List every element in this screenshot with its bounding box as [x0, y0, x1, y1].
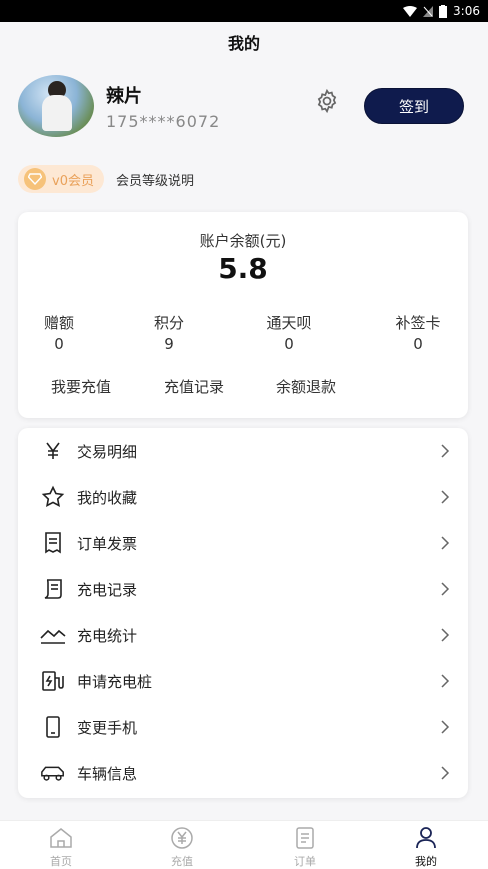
document-icon [40, 576, 66, 602]
balance-value: 5.8 [218, 252, 268, 285]
menu-item-label: 充电统计 [77, 626, 138, 645]
stat-value: 0 [413, 335, 423, 353]
tab-label: 订单 [294, 855, 316, 868]
chevron-right-icon [441, 444, 450, 458]
stat-value: 0 [284, 335, 294, 353]
tab-label: 首页 [50, 855, 72, 868]
menu-item-label: 变更手机 [77, 718, 138, 737]
balance-label: 账户余额(元) [199, 232, 287, 250]
stat-label: 补签卡 [395, 314, 441, 332]
menu-item-label: 充电记录 [77, 580, 138, 599]
stat-bonus[interactable]: 赠额 0 [9, 312, 109, 353]
checkin-button[interactable]: 签到 [364, 88, 464, 124]
menu-item-apply-charger[interactable]: 申请充电桩 [18, 658, 468, 704]
stat-label: 赠额 [43, 314, 74, 332]
profile-phone: 175****6072 [106, 111, 221, 131]
stat-tongtianbei[interactable]: 通天呗 0 [239, 312, 339, 353]
tab-label: 充值 [171, 855, 193, 868]
menu-item-label: 交易明细 [77, 442, 138, 461]
wifi-icon [403, 5, 418, 17]
profile-name: 辣片 [106, 85, 142, 107]
stat-points[interactable]: 积分 9 [119, 312, 219, 353]
orders-icon [275, 825, 335, 851]
yen-icon [40, 438, 66, 464]
stat-label: 积分 [153, 314, 184, 332]
menu-item-transactions[interactable]: 交易明细 [18, 428, 468, 474]
menu-item-label: 订单发票 [77, 534, 138, 553]
menu-item-label: 车辆信息 [77, 764, 138, 783]
chevron-right-icon [441, 720, 450, 734]
refund-action[interactable]: 余额退款 [276, 376, 336, 397]
phone-icon [40, 714, 66, 740]
tab-label: 我的 [415, 855, 437, 868]
profile-info: 辣片 175****6072 [106, 82, 220, 131]
profile-section: 辣片 175****6072 签到 [18, 74, 470, 138]
menu-item-label: 申请充电桩 [77, 672, 153, 691]
recharge-icon [152, 825, 212, 851]
star-icon [40, 484, 66, 510]
user-icon [396, 825, 456, 851]
recharge-action[interactable]: 我要充值 [51, 376, 111, 397]
charger-icon [40, 668, 66, 694]
status-time: 3:06 [453, 4, 480, 18]
recharge-history-action[interactable]: 充值记录 [164, 376, 224, 397]
tab-home[interactable]: 首页 [31, 825, 91, 869]
member-level-link[interactable]: 会员等级说明 [116, 170, 194, 189]
stat-makeup-card[interactable]: 补签卡 0 [368, 312, 468, 353]
balance-card: 账户余额(元) 5.8 赠额 0 积分 9 通天呗 0 补签卡 0 我要充值 充… [18, 212, 468, 418]
receipt-icon [40, 530, 66, 556]
menu-item-vehicle-info[interactable]: 车辆信息 [18, 750, 468, 796]
signal-icon [423, 5, 434, 17]
settings-button[interactable] [310, 86, 344, 120]
menu-item-charge-records[interactable]: 充电记录 [18, 566, 468, 612]
gear-icon [314, 88, 340, 118]
chevron-right-icon [441, 582, 450, 596]
stat-value: 0 [54, 335, 64, 353]
menu-item-label: 我的收藏 [77, 488, 138, 507]
chart-icon [40, 622, 66, 648]
avatar[interactable] [18, 75, 94, 137]
member-level-label: v0会员 [52, 173, 94, 189]
menu-card: 交易明细 我的收藏 订单发票 充电记录 充电统计 申请充电桩 变更手机 车辆信息 [18, 428, 468, 798]
tab-mine[interactable]: 我的 [396, 825, 456, 869]
stat-label: 通天呗 [266, 314, 312, 332]
menu-item-favorites[interactable]: 我的收藏 [18, 474, 468, 520]
balance-actions: 我要充值 充值记录 余额退款 [18, 376, 468, 398]
chevron-right-icon [441, 628, 450, 642]
bottom-tab-bar: 首页 充值 订单 我的 [0, 820, 488, 869]
diamond-icon [24, 168, 46, 190]
page-title: 我的 [227, 34, 260, 53]
member-badge[interactable]: v0会员 [18, 165, 104, 193]
tab-recharge[interactable]: 充值 [152, 825, 212, 869]
car-icon [40, 760, 66, 786]
battery-icon [439, 4, 448, 18]
chevron-right-icon [441, 674, 450, 688]
tab-orders[interactable]: 订单 [275, 825, 335, 869]
member-row: v0会员 会员等级说明 [18, 164, 194, 194]
stat-value: 9 [164, 335, 174, 353]
menu-item-change-phone[interactable]: 变更手机 [18, 704, 468, 750]
status-bar: 3:06 [0, 0, 488, 22]
menu-item-charge-stats[interactable]: 充电统计 [18, 612, 468, 658]
stats-row: 赠额 0 积分 9 通天呗 0 补签卡 0 [18, 312, 468, 353]
chevron-right-icon [441, 536, 450, 550]
home-icon [31, 825, 91, 851]
chevron-right-icon [441, 490, 450, 504]
chevron-right-icon [441, 766, 450, 780]
menu-item-invoices[interactable]: 订单发票 [18, 520, 468, 566]
